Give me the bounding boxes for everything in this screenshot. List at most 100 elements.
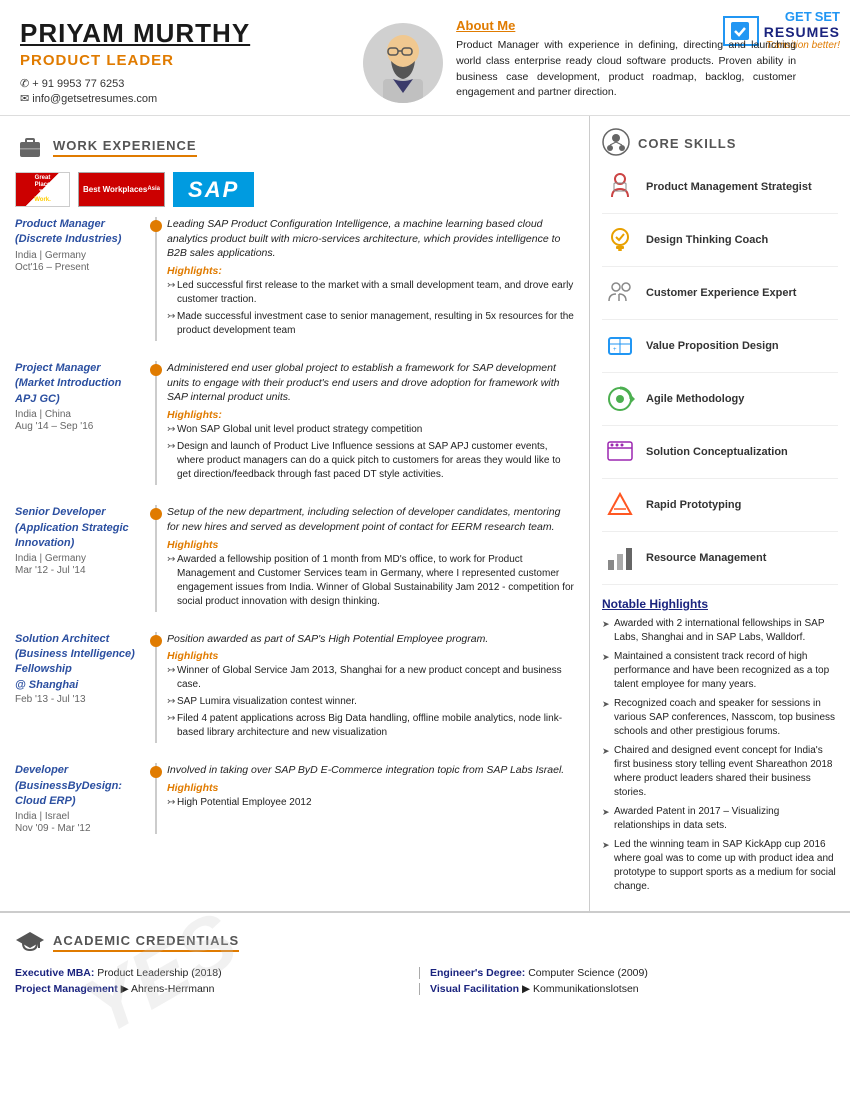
skill-icon-1 [602,169,638,205]
skill-label-7: Rapid Prototyping [646,499,741,511]
notable-item-3: Recognized coach and speaker for session… [602,697,838,739]
contact-info: ✆ + 91 9953 77 6253 ✉ info@getsetresumes… [20,77,340,105]
notable-item-2: Maintained a consistent track record of … [602,650,838,692]
skill-label-6: Solution Conceptualization [646,446,788,458]
job-item-5: Developer(BusinessByDesign:Cloud ERP) In… [15,763,574,834]
graduation-icon [16,928,44,956]
job-left-2: Project Manager(Market IntroductionAPJ G… [15,361,155,485]
job-title-5: Developer(BusinessByDesign:Cloud ERP) [15,763,145,809]
job-desc-2: Administered end user global project to … [167,361,574,405]
skill-label-2: Design Thinking Coach [646,234,768,246]
skill-icon-5 [602,381,638,417]
job-left-1: Product Manager(Discrete Industries) Ind… [15,217,155,341]
highlights-title-1: Highlights: [167,265,574,277]
job-desc-3: Setup of the new department, including s… [167,505,574,534]
gptw-logo: GreatPlaceToWork. [15,172,70,207]
academic-value-1: Product Leadership (2018) [97,967,221,979]
skill-label-3: Customer Experience Expert [646,287,796,299]
work-experience-title: WORK EXPERIENCE [53,138,197,157]
job-right-5: Involved in taking over SAP ByD E-Commer… [155,763,574,834]
candidate-title: PRODUCT LEADER [20,52,340,69]
header-photo [363,23,443,103]
job-date-5: Nov '09 - Mar '12 [15,823,145,834]
job-desc-4: Position awarded as part of SAP's High P… [167,632,574,647]
skill-label-8: Resource Management [646,552,766,564]
highlight-2-1: Won SAP Global unit level product strate… [167,423,574,437]
company-logos: GreatPlaceToWork. Best Workplaces Asia S… [15,172,574,207]
about-title: About Me [456,18,796,33]
academic-item-1: Executive MBA: Product Leadership (2018) [15,967,420,979]
skill-icon-4: + [602,328,638,364]
skill-icon-3 [602,275,638,311]
academic-label-4: Visual Facilitation [430,983,519,995]
job-location-2: India | China [15,409,145,420]
work-experience-header: WORK EXPERIENCE [15,132,574,162]
value-prop-icon: + [604,330,636,362]
solution-icon [604,436,636,468]
skills-icon-container [602,128,630,159]
notable-title: Notable Highlights [602,597,838,611]
academic-label-3: Project Management [15,983,118,995]
skill-item-4: + Value Proposition Design [602,328,838,373]
academic-icon-container [15,927,45,957]
design-thinking-icon [604,224,636,256]
job-date-4: Feb '13 - Jul '13 [15,694,145,705]
job-item-2: Project Manager(Market IntroductionAPJ G… [15,361,574,485]
briefcase-icon [16,133,44,161]
left-column: WORK EXPERIENCE GreatPlaceToWork. Best W… [0,116,590,911]
skill-label-4: Value Proposition Design [646,340,779,352]
skill-label-1: Product Management Strategist [646,181,812,193]
highlight-5-1: High Potential Employee 2012 [167,796,574,810]
highlight-4-1: Winner of Global Service Jam 2013, Shang… [167,664,574,692]
highlight-4-3: Filed 4 patent applications across Big D… [167,712,574,740]
job-item-3: Senior Developer(Application StrategicIn… [15,505,574,611]
job-desc-1: Leading SAP Product Configuration Intell… [167,217,574,261]
notable-item-5: Awarded Patent in 2017 – Visualizing rel… [602,805,838,833]
job-left-5: Developer(BusinessByDesign:Cloud ERP) In… [15,763,155,834]
email: ✉ info@getsetresumes.com [20,92,340,105]
highlights-title-5: Highlights [167,782,574,794]
skill-item-3: Customer Experience Expert [602,275,838,320]
skills-header: CORE SKILLS [602,128,838,159]
highlights-title-2: Highlights: [167,409,574,421]
header: PRIYAM MURTHY PRODUCT LEADER ✆ + 91 9953… [0,0,850,116]
candidate-name: PRIYAM MURTHY [20,18,340,49]
academic-item-4: Visual Facilitation ▶ Kommunikationslots… [430,983,835,995]
highlights-title-3: Highlights [167,539,574,551]
skill-item-7: Rapid Prototyping [602,487,838,532]
job-date-1: Oct'16 – Present [15,262,145,273]
phone: ✆ + 91 9953 77 6253 [20,77,340,90]
academic-item-3: Project Management ▶ Ahrens-Herrmann [15,983,420,995]
job-date-2: Aug '14 – Sep '16 [15,421,145,432]
highlight-3-1: Awarded a fellowship position of 1 month… [167,553,574,609]
job-title-2: Project Manager(Market IntroductionAPJ G… [15,361,145,407]
work-icon [15,132,45,162]
academic-value-3: ▶ Ahrens-Herrmann [121,983,215,995]
header-right: About Me Product Manager with experience… [456,18,796,101]
agile-icon [604,383,636,415]
job-title-1: Product Manager(Discrete Industries) [15,217,145,248]
skill-item-2: Design Thinking Coach [602,222,838,267]
academic-item-2: Engineer's Degree: Computer Science (200… [430,967,835,979]
product-mgmt-icon [604,171,636,203]
academic-value-2: Computer Science (2009) [528,967,648,979]
skill-item-6: Solution Conceptualization [602,434,838,479]
job-left-3: Senior Developer(Application StrategicIn… [15,505,155,611]
header-left: PRIYAM MURTHY PRODUCT LEADER ✆ + 91 9953… [20,18,340,105]
skill-icon-6 [602,434,638,470]
skill-label-5: Agile Methodology [646,393,744,405]
skill-item-5: Agile Methodology [602,381,838,426]
avatar-svg [363,23,443,103]
academic-label-2: Engineer's Degree: [430,967,525,979]
notable-highlights-section: Notable Highlights Awarded with 2 intern… [602,597,838,894]
job-location-1: India | Germany [15,250,145,261]
job-right-4: Position awarded as part of SAP's High P… [155,632,574,744]
job-item-1: Product Manager(Discrete Industries) Ind… [15,217,574,341]
sap-logo: SAP [173,172,254,207]
job-left-4: Solution Architect(Business Intelligence… [15,632,155,744]
highlight-1-1: Led successful first release to the mark… [167,279,574,307]
about-text: Product Manager with experience in defin… [456,38,796,101]
job-item-4: Solution Architect(Business Intelligence… [15,632,574,744]
job-right-3: Setup of the new department, including s… [155,505,574,611]
highlights-title-4: Highlights [167,650,574,662]
